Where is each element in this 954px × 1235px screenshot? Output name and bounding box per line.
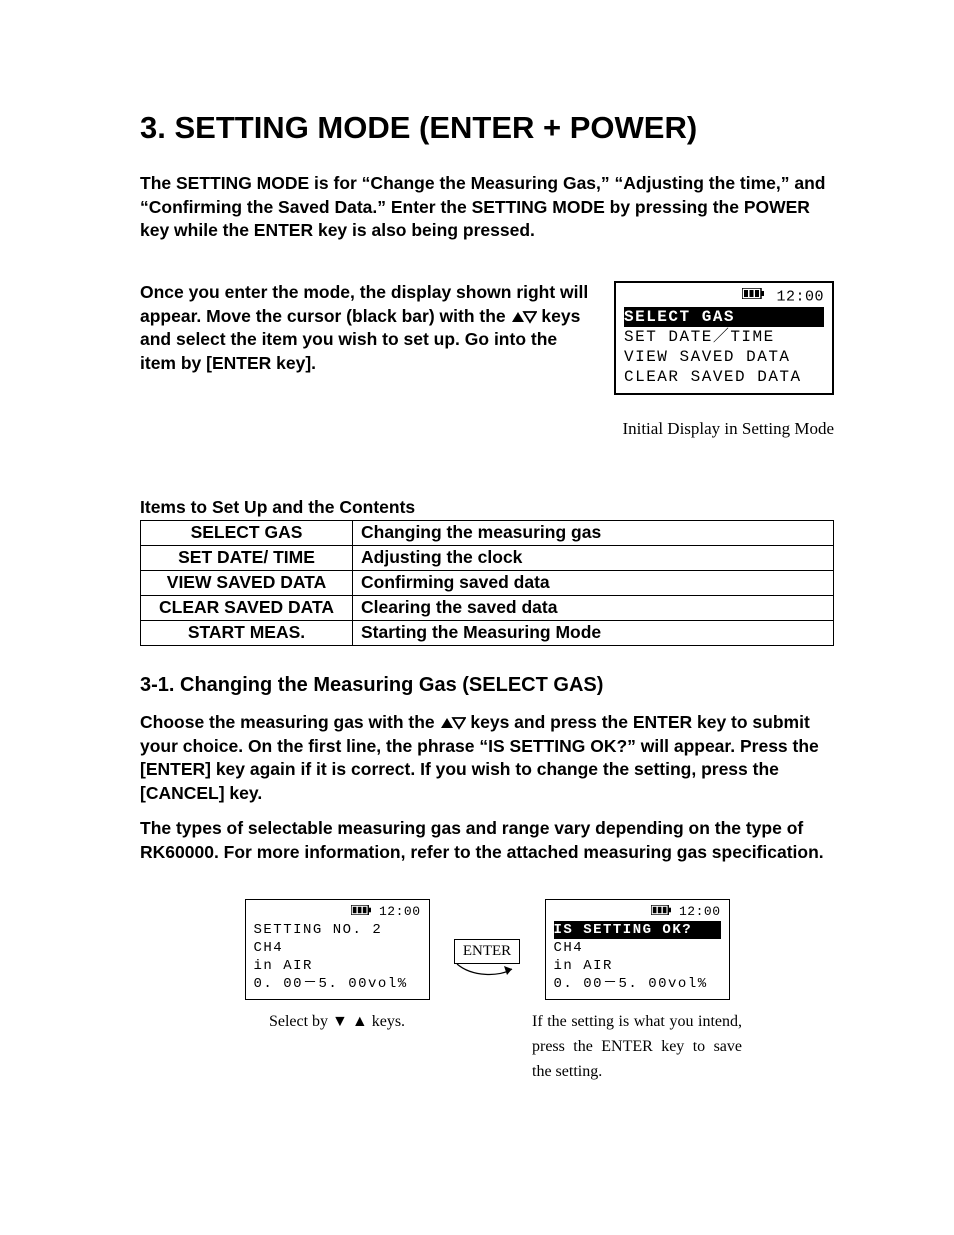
table-cell-item: SELECT GAS	[141, 520, 353, 545]
arrow-right-icon	[452, 963, 522, 983]
lcd-caption: Initial Display in Setting Mode	[614, 419, 834, 439]
up-down-icon	[511, 310, 537, 324]
table-row: SET DATE/ TIME Adjusting the clock	[141, 545, 834, 570]
lcd-line: 0. 00－5. 00vol%	[254, 975, 421, 993]
lcd-line: CH4	[554, 939, 721, 957]
enter-arrow: ENTER	[452, 939, 522, 983]
subsection-paragraph-1: Choose the measuring gas with the keys a…	[140, 711, 834, 806]
table-cell-desc: Adjusting the clock	[353, 545, 834, 570]
table-cell-item: CLEAR SAVED DATA	[141, 595, 353, 620]
up-down-icon	[440, 716, 466, 730]
page-title: 3. SETTING MODE (ENTER + POWER)	[140, 110, 834, 146]
enter-label: ENTER	[454, 939, 520, 964]
table-cell-desc: Starting the Measuring Mode	[353, 620, 834, 645]
table-row: CLEAR SAVED DATA Clearing the saved data	[141, 595, 834, 620]
table-cell-desc: Clearing the saved data	[353, 595, 834, 620]
battery-icon	[651, 904, 679, 919]
table-cell-item: VIEW SAVED DATA	[141, 570, 353, 595]
lcd-line: SET DATE／TIME	[624, 327, 824, 347]
lcd-time: 12:00	[776, 288, 824, 305]
subsection-paragraph-2: The types of selectable measuring gas an…	[140, 817, 834, 864]
battery-icon	[351, 904, 379, 919]
lcd-initial: 12:00 SELECT GAS SET DATE／TIME VIEW SAVE…	[614, 281, 834, 395]
p3a: Choose the measuring gas with the	[140, 712, 440, 732]
lcd-line: VIEW SAVED DATA	[624, 347, 824, 367]
table-row: START MEAS. Starting the Measuring Mode	[141, 620, 834, 645]
lcd-line: in AIR	[254, 957, 421, 975]
lcd-time: 12:00	[379, 904, 421, 919]
diagram-row: 12:00 SETTING NO. 2 CH4 in AIR 0. 00－5. …	[140, 899, 834, 1085]
table-cell-item: START MEAS.	[141, 620, 353, 645]
lcd-time: 12:00	[679, 904, 721, 919]
table-cell-item: SET DATE/ TIME	[141, 545, 353, 570]
intro-paragraph-1: The SETTING MODE is for “Change the Meas…	[140, 172, 834, 243]
lcd-confirm: 12:00 IS SETTING OK? CH4 in AIR 0. 00－5.…	[545, 899, 730, 1001]
lcd-line: IS SETTING OK?	[554, 921, 721, 939]
table-row: SELECT GAS Changing the measuring gas	[141, 520, 834, 545]
lcd-line: SETTING NO. 2	[254, 921, 421, 939]
lcd-line: 0. 00－5. 00vol%	[554, 975, 721, 993]
setup-table: SELECT GAS Changing the measuring gas SE…	[140, 520, 834, 646]
diagram-caption-right: If the setting is what you intend, press…	[532, 1010, 742, 1084]
table-cell-desc: Changing the measuring gas	[353, 520, 834, 545]
subsection-title: 3-1. Changing the Measuring Gas (SELECT …	[140, 674, 834, 697]
lcd-line: CLEAR SAVED DATA	[624, 367, 824, 387]
lcd-line: CH4	[254, 939, 421, 957]
intro-paragraph-2: Once you enter the mode, the display sho…	[140, 281, 592, 376]
lcd-line: SELECT GAS	[624, 307, 824, 327]
table-cell-desc: Confirming saved data	[353, 570, 834, 595]
battery-icon	[742, 287, 764, 306]
lcd-select: 12:00 SETTING NO. 2 CH4 in AIR 0. 00－5. …	[245, 899, 430, 1001]
table-heading: Items to Set Up and the Contents	[140, 497, 834, 518]
diagram-caption-left: Select by ▼ ▲ keys.	[232, 1010, 442, 1035]
lcd-line: in AIR	[554, 957, 721, 975]
table-row: VIEW SAVED DATA Confirming saved data	[141, 570, 834, 595]
